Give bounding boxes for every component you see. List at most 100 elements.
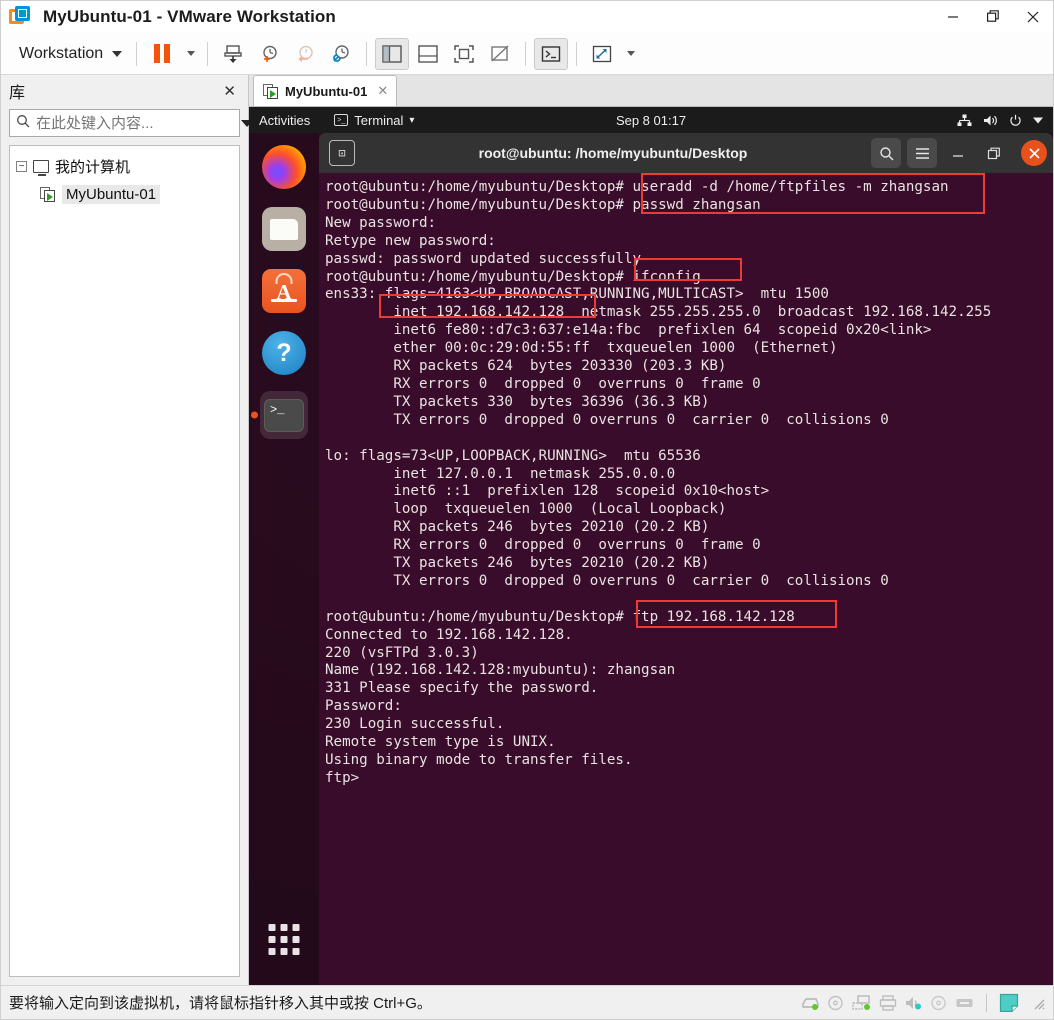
close-icon[interactable] xyxy=(1021,140,1047,166)
suspend-button[interactable] xyxy=(145,38,179,70)
status-bar: 要将输入定向到该虚拟机，请将鼠标指针移入其中或按 Ctrl+G。 xyxy=(1,985,1053,1019)
tab-close-icon[interactable]: ✕ xyxy=(377,83,388,99)
search-icon[interactable] xyxy=(871,138,901,168)
dock-item-files[interactable] xyxy=(260,205,308,253)
optical-drive-icon[interactable] xyxy=(930,995,947,1011)
vm-pane: MyUbuntu-01 ✕ Activities >_ Terminal ▾ S… xyxy=(249,75,1053,985)
toolbar-divider xyxy=(136,41,138,66)
tree-item-my-computer[interactable]: − 我的计算机 xyxy=(10,152,239,180)
app-grid-icon[interactable] xyxy=(268,924,300,955)
search-input[interactable] xyxy=(36,114,235,132)
firefox-icon xyxy=(262,145,306,189)
status-device-icons xyxy=(801,993,1045,1012)
network-icon xyxy=(957,114,972,126)
cd-dvd-icon[interactable] xyxy=(827,995,844,1011)
pause-icon xyxy=(154,44,171,63)
usb-icon[interactable] xyxy=(955,995,974,1011)
snapshot-revert-button[interactable] xyxy=(288,38,322,70)
power-icon xyxy=(1010,114,1021,126)
window-titlebar: MyUbuntu-01 - VMware Workstation xyxy=(1,1,1053,33)
toolbar-divider xyxy=(576,41,578,66)
unity-mode-icon xyxy=(491,44,509,62)
expand-arrows-icon xyxy=(593,45,612,62)
library-tree: − 我的计算机 MyUbuntu-01 xyxy=(9,145,240,977)
snapshot-manager-icon xyxy=(333,44,349,62)
new-tab-icon[interactable]: ⊡ xyxy=(329,140,355,166)
library-search[interactable] xyxy=(9,109,253,137)
activities-button[interactable]: Activities xyxy=(259,113,310,128)
power-down-icon xyxy=(224,44,242,63)
note-icon[interactable] xyxy=(999,993,1019,1012)
terminal-title: root@ubuntu: /home/myubuntu/Desktop xyxy=(478,145,748,161)
restore-button[interactable] xyxy=(973,1,1013,33)
guest-desktop: A ? >_ ⊡ root@ubuntu: /home/myubuntu/Des… xyxy=(249,133,1053,985)
tree-item-myubuntu-01[interactable]: MyUbuntu-01 xyxy=(10,180,239,208)
terminal-body[interactable]: root@ubuntu:/home/myubuntu/Desktop# user… xyxy=(319,173,1053,985)
terminal-icon: >_ xyxy=(334,114,349,126)
terminal-titlebar: ⊡ root@ubuntu: /home/myubuntu/Desktop xyxy=(319,133,1053,173)
maximize-icon[interactable] xyxy=(979,138,1009,168)
ubuntu-software-icon: A xyxy=(262,269,306,313)
chevron-down-icon xyxy=(186,51,195,56)
toolbar-divider xyxy=(366,41,368,66)
network-adapter-icon[interactable] xyxy=(852,994,871,1011)
fullscreen-button[interactable] xyxy=(447,38,481,70)
sidebar-panel-icon xyxy=(382,44,402,63)
system-tray[interactable] xyxy=(957,114,1043,127)
chevron-down-icon xyxy=(1033,117,1043,123)
workstation-menu-button[interactable]: Workstation xyxy=(9,41,128,67)
snapshot-take-button[interactable] xyxy=(252,38,286,70)
resize-grip-icon[interactable] xyxy=(1031,996,1045,1010)
main-toolbar: Workstation xyxy=(1,33,1053,75)
console-icon xyxy=(541,45,561,62)
close-button[interactable] xyxy=(1013,1,1053,33)
printer-icon[interactable] xyxy=(879,994,897,1011)
app-menu-terminal[interactable]: >_ Terminal ▾ xyxy=(334,113,414,128)
show-thumbnails-button[interactable] xyxy=(411,38,445,70)
sound-card-icon[interactable] xyxy=(905,995,922,1011)
console-view-button[interactable] xyxy=(534,37,569,70)
library-title: 库 xyxy=(9,85,26,102)
dock-item-help[interactable]: ? xyxy=(260,329,308,377)
window-title: MyUbuntu-01 - VMware Workstation xyxy=(43,6,336,26)
minimize-button[interactable] xyxy=(933,1,973,33)
tab-myubuntu-01[interactable]: MyUbuntu-01 ✕ xyxy=(253,75,398,106)
terminal-output: root@ubuntu:/home/myubuntu/Desktop# user… xyxy=(325,179,992,786)
expander-icon[interactable]: − xyxy=(16,160,27,172)
minimize-icon[interactable] xyxy=(943,138,973,168)
gnome-top-bar: Activities >_ Terminal ▾ Sep 8 01:17 xyxy=(249,107,1053,133)
power-button[interactable] xyxy=(216,38,250,70)
snapshot-revert-icon xyxy=(298,45,313,62)
status-divider xyxy=(986,993,987,1012)
tab-label: MyUbuntu-01 xyxy=(285,83,368,99)
library-sidebar: 库 ✕ − 我的计算机 My xyxy=(1,75,253,985)
vm-running-icon xyxy=(263,83,279,99)
terminal-icon: >_ xyxy=(264,398,304,432)
ubuntu-dock: A ? >_ xyxy=(249,133,319,985)
guest-screen[interactable]: Activities >_ Terminal ▾ Sep 8 01:17 A ?… xyxy=(249,107,1053,985)
suspend-dropdown[interactable] xyxy=(181,38,199,70)
volume-icon xyxy=(984,115,997,125)
search-icon xyxy=(16,114,30,133)
chevron-down-icon: ▾ xyxy=(409,114,415,126)
library-header: 库 ✕ xyxy=(1,75,248,107)
dock-item-ubuntu-software[interactable]: A xyxy=(260,267,308,315)
vmware-workstation-window: MyUbuntu-01 - VMware Workstation Worksta… xyxy=(0,0,1054,1020)
dock-item-firefox[interactable] xyxy=(260,143,308,191)
show-library-button[interactable] xyxy=(375,37,410,70)
dock-item-terminal[interactable]: >_ xyxy=(260,391,308,439)
help-icon: ? xyxy=(262,331,306,375)
stretch-button[interactable] xyxy=(585,38,619,70)
close-icon[interactable]: ✕ xyxy=(219,82,240,100)
workstation-menu-label: Workstation xyxy=(19,44,104,62)
stretch-dropdown[interactable] xyxy=(621,38,639,70)
snapshot-manager-button[interactable] xyxy=(324,38,358,70)
tree-item-label: MyUbuntu-01 xyxy=(62,184,161,204)
hard-disk-icon[interactable] xyxy=(801,995,819,1011)
hamburger-menu-icon[interactable] xyxy=(907,138,937,168)
unity-mode-button[interactable] xyxy=(483,38,517,70)
vmware-logo-icon xyxy=(9,5,31,28)
tree-item-label: 我的计算机 xyxy=(55,158,131,176)
fullscreen-icon xyxy=(454,44,474,63)
toolbar-divider xyxy=(207,41,209,66)
